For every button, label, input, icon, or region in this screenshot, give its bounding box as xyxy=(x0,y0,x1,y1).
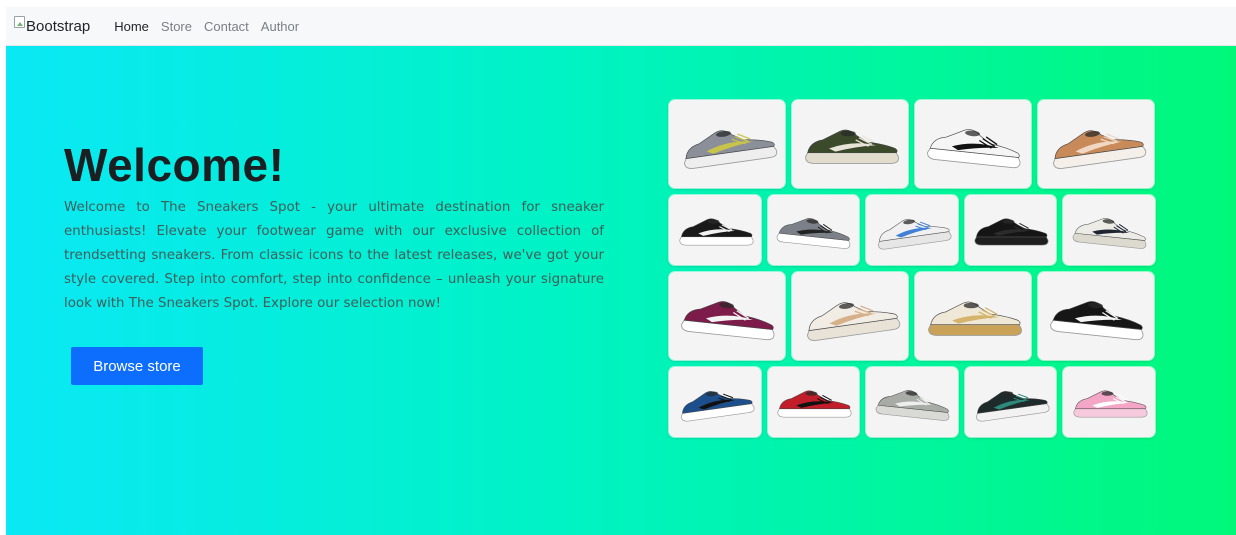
sneaker-tile[interactable] xyxy=(1038,100,1154,188)
gallery-row xyxy=(669,195,1155,265)
browse-store-button[interactable]: Browse store xyxy=(71,347,203,385)
sneaker-tile[interactable] xyxy=(669,100,785,188)
sneaker-tile[interactable] xyxy=(1063,367,1155,437)
nav-link-contact[interactable]: Contact xyxy=(198,19,255,34)
grey-new-balance-sneaker-image xyxy=(875,390,950,421)
sneaker-tile[interactable] xyxy=(792,100,908,188)
checkered-vans-sneaker-image xyxy=(679,218,754,246)
sneaker-gallery xyxy=(669,100,1155,444)
cream-air-max-270-sneaker-image xyxy=(927,301,1022,336)
white-new-balance-sneaker-image xyxy=(1072,218,1147,249)
hero-section: Welcome! Welcome to The Sneakers Spot - … xyxy=(6,46,1236,535)
nav-links: Home Store Contact Author xyxy=(108,19,305,34)
welcome-paragraph: Welcome to The Sneakers Spot - your ulti… xyxy=(64,200,604,311)
navbar: Bootstrap Home Store Contact Author xyxy=(6,7,1236,46)
sneaker-tile[interactable] xyxy=(792,272,908,360)
sneaker-tile[interactable] xyxy=(915,100,1031,188)
sneaker-tile[interactable] xyxy=(669,367,761,437)
welcome-heading: Welcome! xyxy=(64,139,285,191)
black-air-max-sneaker-image xyxy=(974,218,1049,246)
gallery-row xyxy=(669,272,1155,360)
page-frame: Bootstrap Home Store Contact Author Welc… xyxy=(6,7,1236,535)
nav-link-store[interactable]: Store xyxy=(155,19,198,34)
brand-logo[interactable]: Bootstrap xyxy=(14,16,91,35)
nav-link-author[interactable]: Author xyxy=(255,19,305,34)
pink-adidas-sneaker-image xyxy=(1073,390,1148,418)
sneaker-tile[interactable] xyxy=(964,195,1057,265)
sneaker-tile[interactable] xyxy=(669,272,785,360)
sneaker-tile[interactable] xyxy=(1038,272,1154,360)
sneaker-tile[interactable] xyxy=(915,272,1031,360)
sneaker-tile[interactable] xyxy=(866,367,958,437)
nav-link-home[interactable]: Home xyxy=(108,19,155,34)
gallery-row xyxy=(669,367,1155,437)
beige-air-max-sneaker-image xyxy=(806,302,900,341)
grey-black-dunk-sneaker-image xyxy=(776,218,851,249)
maroon-vans-platform-sneaker-image xyxy=(680,300,775,340)
sneaker-tile[interactable] xyxy=(1063,195,1155,265)
gallery-row xyxy=(669,100,1155,188)
sneaker-tile[interactable] xyxy=(767,195,860,265)
blue-black-dunk-sneaker-image xyxy=(680,391,755,422)
green-new-balance-sneaker-image xyxy=(804,129,899,164)
red-black-jordan-sneaker-image xyxy=(777,390,852,418)
brand-alt-text: Bootstrap xyxy=(26,17,91,35)
sneaker-tile[interactable] xyxy=(964,367,1057,437)
black-vans-knu-sneaker-image xyxy=(1049,300,1144,340)
white-adidas-forum-sneaker-image xyxy=(926,128,1021,168)
white-blue-asics-sneaker-image xyxy=(877,219,952,250)
broken-image-icon xyxy=(14,16,25,28)
sneaker-tile[interactable] xyxy=(669,195,761,265)
grey-yellow-runner-sneaker-image xyxy=(683,130,777,169)
black-green-adidas-sneaker-image xyxy=(976,391,1050,422)
sneaker-tile[interactable] xyxy=(866,195,958,265)
sneaker-tile[interactable] xyxy=(767,367,860,437)
tan-high-top-sneaker-image xyxy=(1052,130,1146,169)
